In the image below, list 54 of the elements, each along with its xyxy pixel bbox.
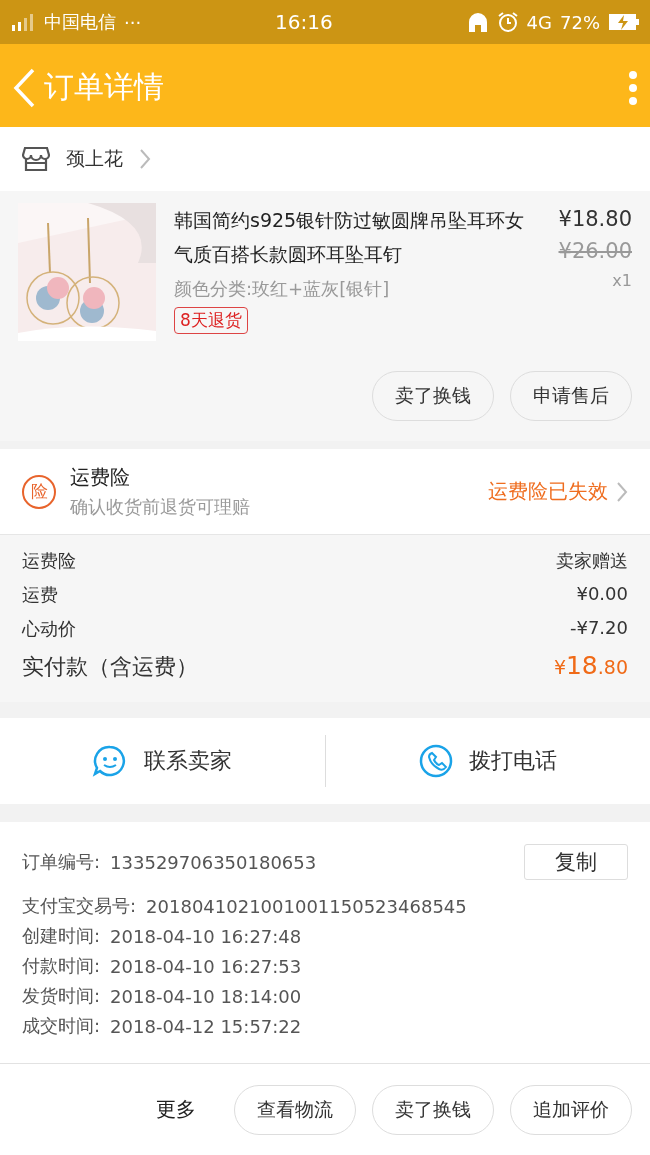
carrier-name: 中国电信 — [44, 10, 116, 34]
original-price: ¥26.00 — [558, 239, 632, 263]
order-info-value: 2018-04-12 15:57:22 — [110, 1015, 302, 1037]
fee-value: -¥7.20 — [569, 617, 628, 640]
fee-label: 心动价 — [22, 617, 76, 641]
order-info-label: 支付宝交易号: — [22, 894, 137, 918]
chevron-right-icon — [139, 148, 151, 170]
fee-value: ¥0.00 — [576, 583, 628, 606]
insurance-title: 运费险 — [70, 464, 131, 491]
page-title: 订单详情 — [44, 68, 164, 106]
order-action-button[interactable]: 卖了换钱 — [372, 1084, 494, 1135]
order-info-value: 133529706350180653 — [110, 851, 317, 873]
order-info-value: 2018-04-10 16:27:53 — [110, 955, 302, 977]
order-info-value: 2018-04-10 16:27:48 — [110, 925, 302, 947]
fee-label: 运费 — [22, 583, 58, 607]
order-action-button[interactable]: 查看物流 — [234, 1084, 356, 1135]
order-info-value: 2018-04-10 18:14:00 — [110, 985, 302, 1007]
total-label: 实付款（含运费） — [22, 653, 198, 681]
order-info-label: 创建时间: — [22, 924, 101, 948]
copy-button[interactable]: 复制 — [524, 844, 628, 880]
network-type: 4G — [526, 11, 552, 33]
quantity: x1 — [612, 271, 632, 290]
insurance-badge: 险 — [22, 474, 56, 509]
back-button[interactable] — [12, 66, 36, 109]
battery-percent: 72% — [560, 11, 600, 33]
store-icon — [22, 146, 50, 172]
phone-icon — [418, 744, 453, 778]
signal-icon — [10, 11, 36, 33]
contact-seller-button[interactable]: 联系卖家 — [0, 735, 326, 787]
order-info-label: 发货时间: — [22, 984, 101, 1008]
chevron-right-icon — [616, 480, 628, 503]
fee-value: 卖家赠送 — [556, 549, 628, 573]
fee-label: 运费险 — [22, 549, 76, 573]
more-menu-button[interactable] — [628, 69, 638, 106]
product-action-button[interactable]: 卖了换钱 — [372, 371, 494, 421]
order-info-label: 付款时间: — [22, 954, 101, 978]
product-variant: 颜色分类:玫红+蓝灰[银针] — [174, 277, 391, 301]
battery-charging-icon — [608, 12, 640, 32]
order-info-label: 成交时间: — [22, 1014, 101, 1038]
alarm-icon — [496, 11, 519, 33]
notification-dots: ··· — [124, 11, 142, 33]
product-action-button[interactable]: 申请售后 — [510, 371, 632, 421]
return-policy-tag: 8天退货 — [174, 307, 248, 334]
call-button[interactable]: 拨打电话 — [325, 735, 650, 787]
product-title[interactable]: 韩国简约s925银针防过敏圆牌吊坠耳环女气质百搭长款圆环耳坠耳钉 — [174, 203, 541, 271]
order-info-label: 订单编号: — [22, 850, 101, 874]
order-action-button[interactable]: 追加评价 — [510, 1084, 632, 1135]
clock-time: 16:16 — [275, 10, 333, 34]
insurance-subtitle: 确认收货前退货可理赔 — [70, 495, 251, 519]
total-value: ¥18.80 — [553, 651, 628, 680]
product-price: ¥18.80 — [558, 207, 632, 231]
shop-name[interactable]: 颈上花 — [66, 146, 123, 172]
order-info-value: 2018041021001001150523468545 — [146, 895, 467, 917]
more-button[interactable]: 更多 — [150, 1095, 202, 1124]
